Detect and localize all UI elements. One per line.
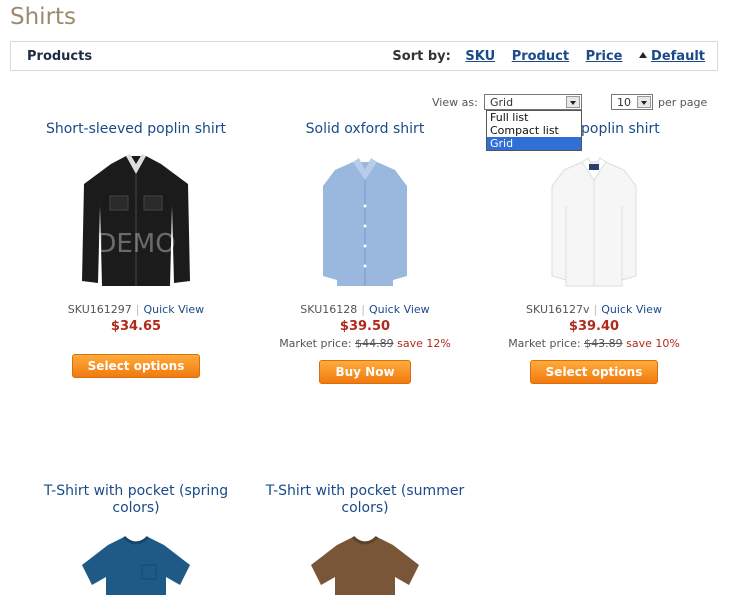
market-price-label: Market price: bbox=[508, 337, 581, 350]
per-page-value: 10 bbox=[617, 96, 631, 109]
sku-row: SKU16127v | Quick View bbox=[479, 303, 709, 316]
product-card: Solid oxford shirt SKU16128 | Quick View $… bbox=[250, 121, 480, 384]
product-sku: SKU16128 bbox=[300, 303, 358, 316]
view-as-value: Grid bbox=[490, 96, 514, 109]
page-title: Shirts bbox=[10, 4, 77, 30]
product-card: T-Shirt with pocket (summer colors) bbox=[250, 483, 480, 595]
market-price-label: Market price: bbox=[279, 337, 352, 350]
view-as-select[interactable]: Grid bbox=[484, 94, 582, 110]
market-price: Market price: $44.89 save 12% bbox=[250, 337, 480, 350]
sort-direction-icon bbox=[639, 52, 648, 58]
product-card: poplin shirt SKU16127v | Quick View $39.40… bbox=[479, 121, 709, 384]
view-as-label: View as: bbox=[432, 96, 478, 109]
quick-view-link[interactable]: Quick View bbox=[369, 303, 430, 316]
products-label: Products bbox=[27, 49, 93, 64]
product-name-link[interactable]: Short-sleeved poplin shirt bbox=[21, 121, 251, 138]
demo-watermark: DEMO bbox=[96, 229, 175, 259]
sku-row: SKU16128 | Quick View bbox=[250, 303, 480, 316]
tshirt-image-icon bbox=[82, 535, 190, 595]
product-image[interactable] bbox=[524, 146, 664, 291]
market-price-value: $43.89 bbox=[584, 337, 623, 350]
per-page-select[interactable]: 10 bbox=[611, 94, 653, 110]
quick-view-link[interactable]: Quick View bbox=[143, 303, 204, 316]
quick-view-link[interactable]: Quick View bbox=[601, 303, 662, 316]
view-as-option-compact-list[interactable]: Compact list bbox=[487, 124, 581, 137]
separator: | bbox=[593, 303, 598, 316]
product-price: $39.50 bbox=[339, 319, 391, 334]
chevron-down-icon[interactable] bbox=[637, 96, 651, 108]
product-card: T-Shirt with pocket (spring colors) bbox=[21, 483, 251, 595]
view-as-option-grid[interactable]: Grid bbox=[487, 137, 581, 150]
sort-product-link[interactable]: Product bbox=[512, 49, 569, 64]
per-page-label: per page bbox=[658, 96, 708, 109]
select-options-button[interactable]: Select options bbox=[71, 354, 201, 378]
sort-price-link[interactable]: Price bbox=[586, 49, 623, 64]
product-sku: SKU161297 bbox=[67, 303, 132, 316]
product-image[interactable] bbox=[295, 525, 435, 595]
product-image[interactable] bbox=[66, 525, 206, 595]
product-image[interactable]: DEMO bbox=[66, 146, 206, 291]
product-image[interactable] bbox=[295, 146, 435, 291]
shirt-image-icon: DEMO bbox=[82, 154, 190, 286]
sort-sku-link[interactable]: SKU bbox=[465, 49, 495, 64]
product-name-link[interactable]: T-Shirt with pocket (summer colors) bbox=[250, 483, 480, 517]
chevron-down-icon[interactable] bbox=[566, 96, 580, 108]
product-card: Short-sleeved poplin shirt DEMO SKU16129… bbox=[21, 121, 251, 378]
market-price: Market price: $43.89 save 10% bbox=[479, 337, 709, 350]
product-sku: SKU16127v bbox=[526, 303, 590, 316]
product-price: $34.65 bbox=[110, 319, 162, 334]
view-as-dropdown: Full list Compact list Grid bbox=[486, 110, 582, 151]
view-as-option-full-list[interactable]: Full list bbox=[487, 111, 581, 124]
products-toolbar: Products Sort by: SKU Product Price Defa… bbox=[10, 41, 718, 71]
product-name-link[interactable]: Solid oxford shirt bbox=[250, 121, 480, 138]
sort-default-link[interactable]: Default bbox=[651, 49, 705, 64]
sku-row: SKU161297 | Quick View bbox=[21, 303, 251, 316]
save-percent: save 10% bbox=[626, 337, 680, 350]
save-percent: save 12% bbox=[397, 337, 451, 350]
product-name-link[interactable]: T-Shirt with pocket (spring colors) bbox=[21, 483, 251, 517]
shirt-image-icon bbox=[323, 158, 407, 286]
buy-now-button[interactable]: Buy Now bbox=[319, 360, 411, 384]
sort-controls: Sort by: SKU Product Price Default bbox=[392, 49, 717, 64]
market-price-value: $44.89 bbox=[355, 337, 394, 350]
shirt-image-icon bbox=[551, 157, 637, 287]
sort-label: Sort by: bbox=[392, 49, 451, 64]
separator: | bbox=[361, 303, 365, 316]
select-options-button[interactable]: Select options bbox=[529, 360, 659, 384]
separator: | bbox=[135, 303, 140, 316]
tshirt-image-icon bbox=[311, 535, 419, 595]
product-price: $39.40 bbox=[568, 319, 620, 334]
